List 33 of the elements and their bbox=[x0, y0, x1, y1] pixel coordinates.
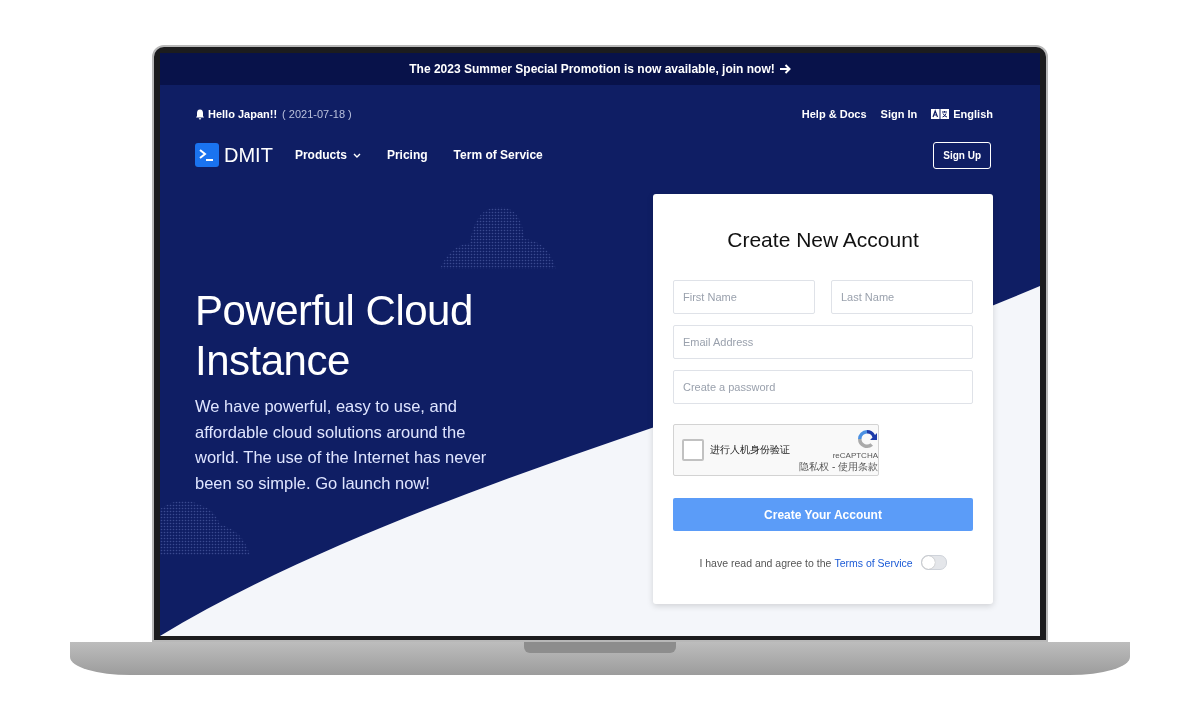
chevron-down-icon bbox=[352, 152, 361, 158]
nav-link[interactable]: Products bbox=[294, 148, 361, 162]
header-link[interactable]: Sign In bbox=[880, 108, 918, 120]
captcha-links[interactable]: 隐私权 - 使用条款 bbox=[799, 461, 878, 472]
sign-up-button[interactable]: Sign Up bbox=[933, 141, 991, 169]
nav-link[interactable]: Term of Service bbox=[453, 148, 543, 162]
captcha-brand: reCAPTCHA bbox=[832, 450, 878, 461]
captcha-label: 进行人机身份验证 bbox=[710, 443, 791, 457]
header-link[interactable]: Help & Docs bbox=[801, 108, 867, 120]
terms-link[interactable]: Terms of Service bbox=[834, 556, 913, 569]
agreement-toggle[interactable] bbox=[920, 555, 947, 570]
hero-description: We have powerful, easy to use, and affordable cloud solutions around the world. The use of the Internet has never been so simple. Go launch now! bbox=[195, 396, 488, 494]
form-title: Create New Account bbox=[726, 228, 920, 252]
greeting-text: Hello Japan!! bbox=[208, 108, 278, 120]
logo[interactable]: DMIT bbox=[195, 143, 273, 167]
text-input-field[interactable]: Last Name bbox=[831, 280, 973, 314]
logo-text: DMIT bbox=[224, 143, 273, 167]
terminal-icon bbox=[195, 143, 219, 167]
text-input-field[interactable]: Create a password bbox=[673, 370, 973, 404]
recaptcha-icon bbox=[856, 428, 878, 450]
arrow-right-icon bbox=[779, 64, 791, 74]
language-link[interactable]: English bbox=[931, 108, 993, 120]
agreement-text: I have read and agree to the bbox=[699, 556, 832, 569]
language-icon bbox=[931, 109, 950, 119]
date-text: ( 2021-07-18 ) bbox=[282, 108, 352, 120]
hero-title: Powerful Cloud Instance bbox=[195, 286, 474, 386]
promo-banner[interactable]: The 2023 Summer Special Promotion is now available, join now! bbox=[160, 53, 1040, 85]
captcha-checkbox[interactable] bbox=[682, 439, 704, 461]
text-input-field[interactable]: First Name bbox=[673, 280, 815, 314]
bell-icon bbox=[195, 108, 205, 120]
nav-link[interactable]: Pricing bbox=[386, 148, 428, 162]
text-input-field[interactable]: Email Address bbox=[673, 325, 973, 359]
promo-text: The 2023 Summer Special Promotion is now available, join now! bbox=[409, 62, 775, 76]
